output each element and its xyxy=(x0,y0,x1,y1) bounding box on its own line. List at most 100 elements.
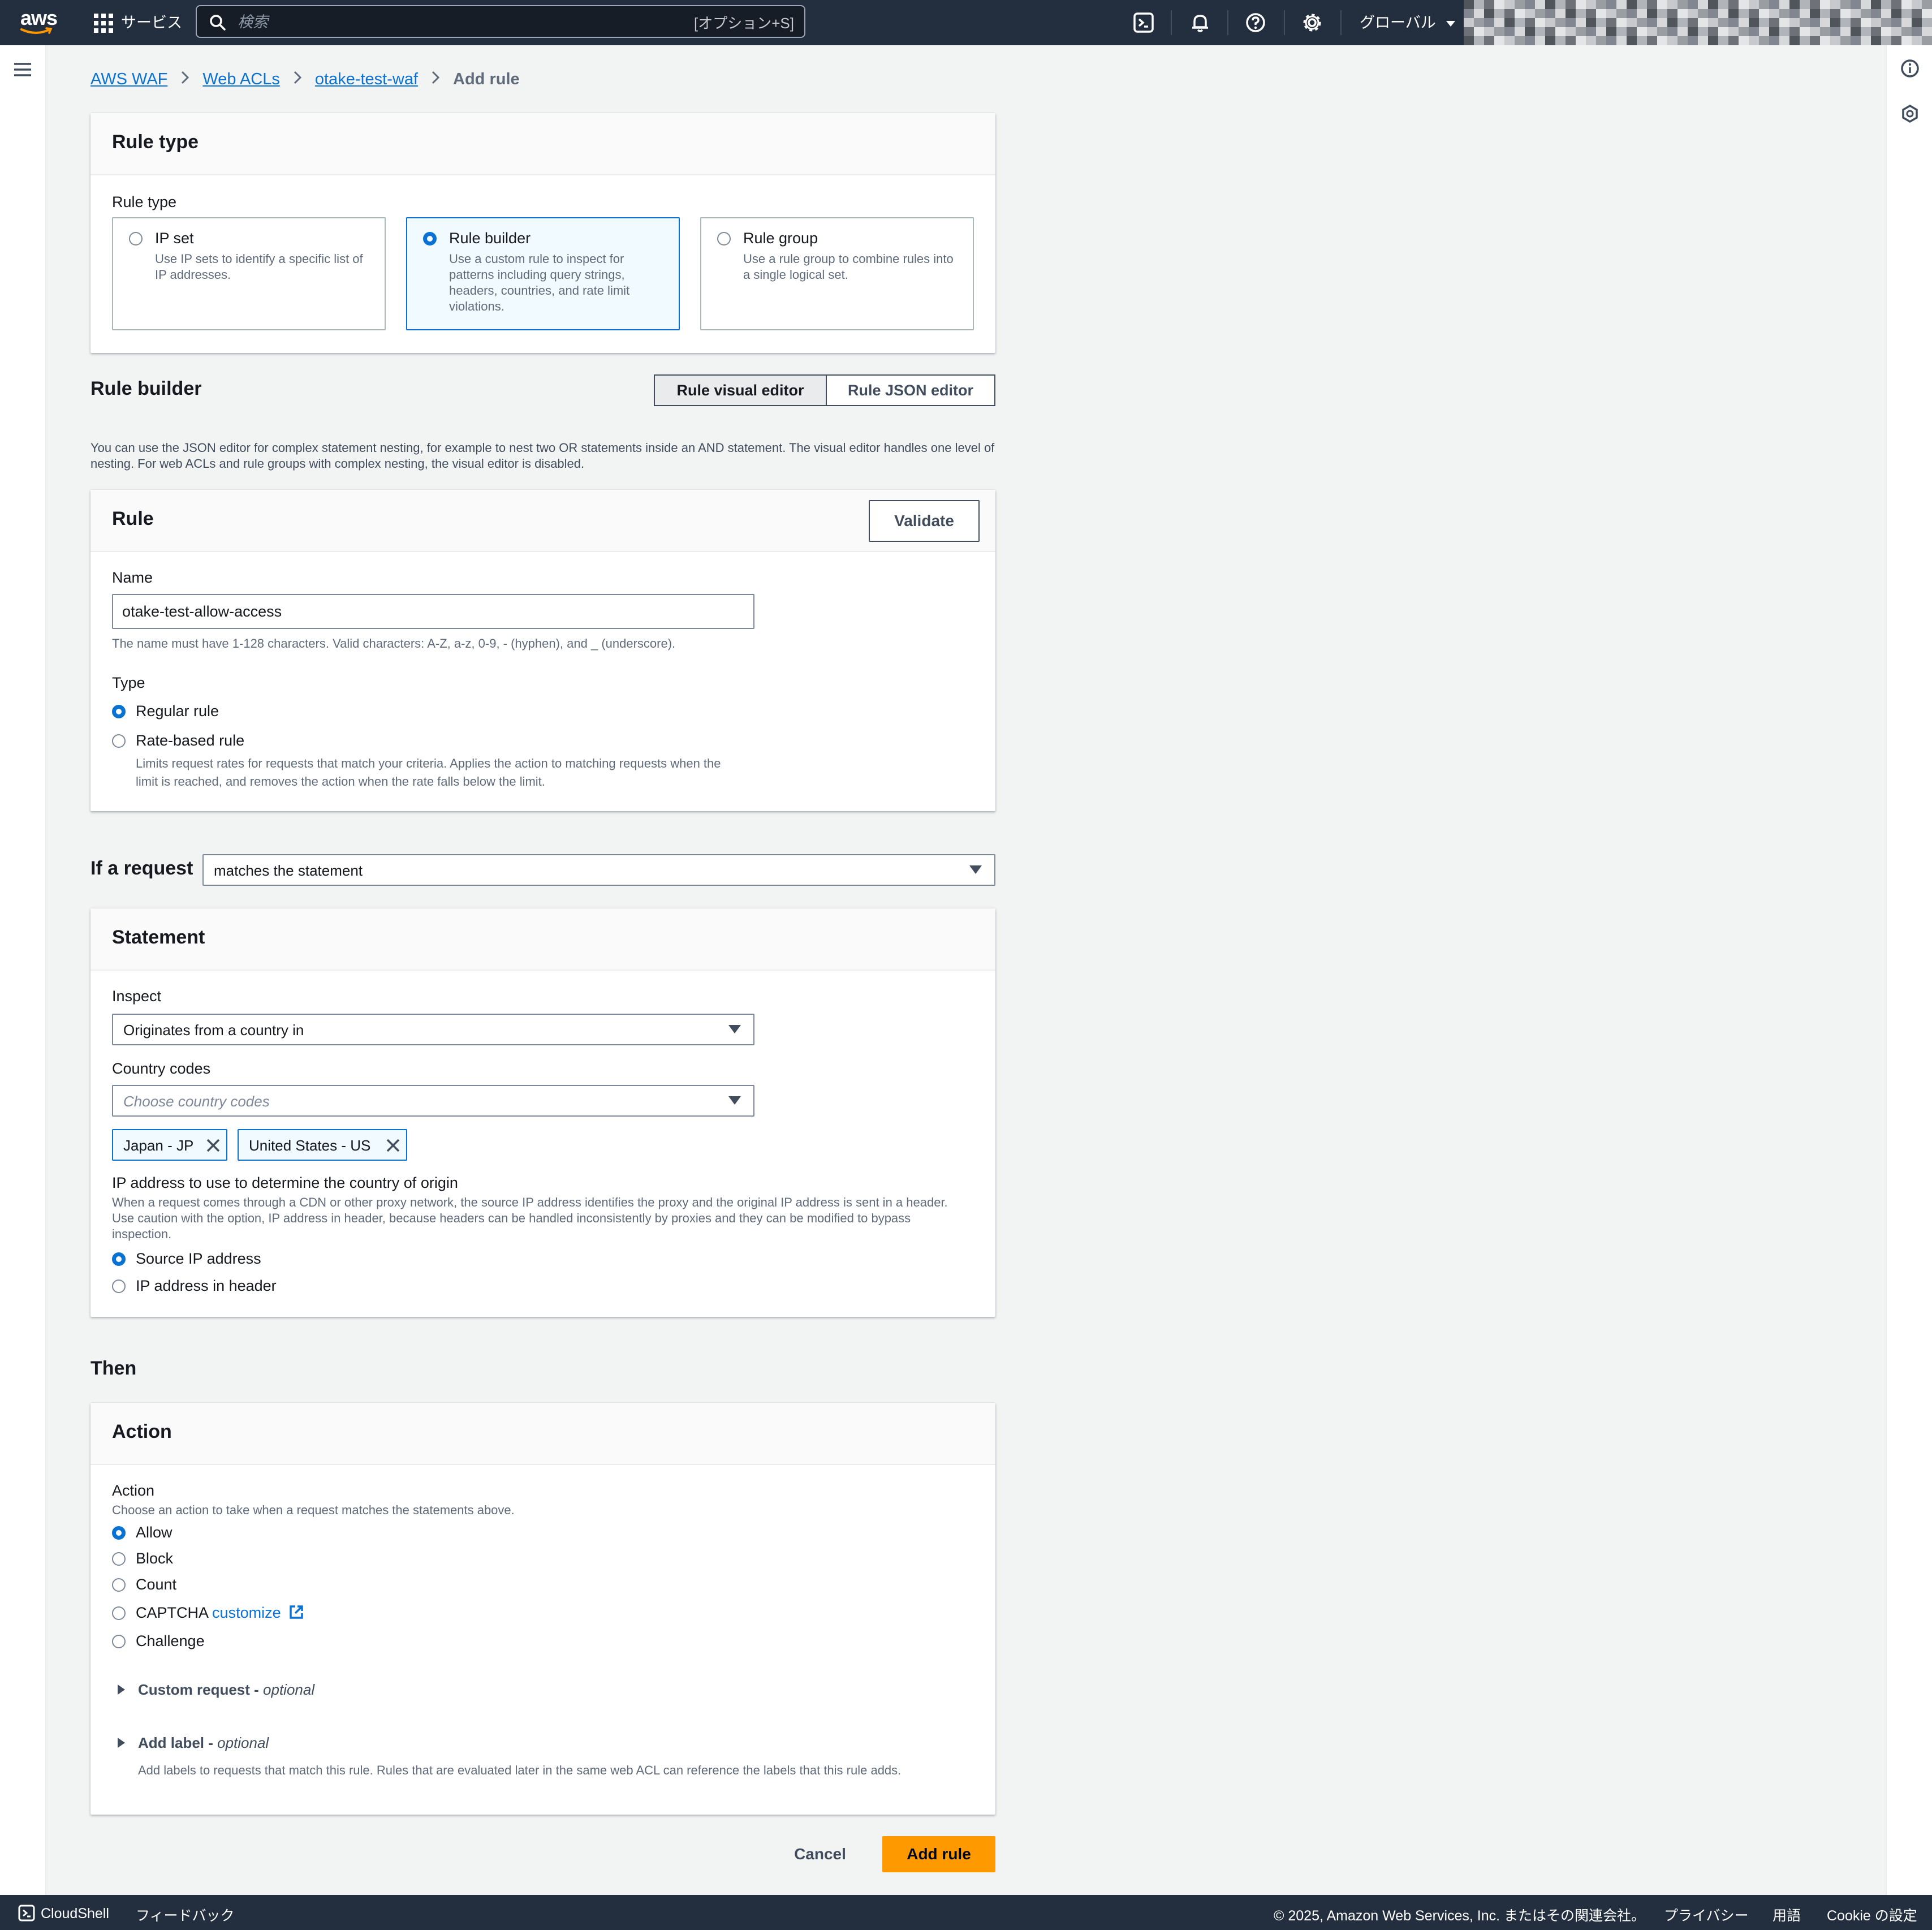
breadcrumb-link-aws-waf[interactable]: AWS WAF xyxy=(90,70,167,89)
radio-rule-builder[interactable] xyxy=(423,232,437,245)
settings-gear-icon[interactable] xyxy=(1301,11,1323,34)
chevron-right-icon xyxy=(181,70,189,89)
cloudshell-icon[interactable] xyxy=(1132,11,1155,34)
rule-header: Rule Validate xyxy=(90,490,995,552)
radio-label: Count xyxy=(136,1576,177,1593)
radio-captcha[interactable] xyxy=(112,1606,126,1620)
remove-token-close-icon[interactable] xyxy=(205,1137,222,1154)
radio-source-ip[interactable] xyxy=(112,1252,126,1266)
select-value: matches the statement xyxy=(214,862,363,879)
add-label-description: Add labels to requests that match this r… xyxy=(138,1763,902,1777)
statement-container: Statement Inspect Originates from a coun… xyxy=(90,908,995,1317)
services-menu-button[interactable]: サービス xyxy=(121,11,182,34)
footer-privacy-link[interactable]: プライバシー xyxy=(1664,1905,1749,1925)
country-codes-select[interactable]: Choose country codes xyxy=(112,1085,754,1117)
rule-type-tile-ip-set[interactable]: IP set Use IP sets to identify a specifi… xyxy=(112,217,386,330)
rule-heading: Rule xyxy=(112,508,154,529)
nav-separator xyxy=(1171,10,1172,35)
radio-label: Block xyxy=(136,1550,174,1567)
help-icon[interactable] xyxy=(1244,11,1267,34)
info-icon[interactable] xyxy=(1900,59,1920,78)
name-hint: The name must have 1-128 characters. Val… xyxy=(112,636,676,650)
footer-feedback-link[interactable]: フィードバック xyxy=(136,1905,235,1925)
footer-cloudshell-button[interactable]: CloudShell xyxy=(18,1905,109,1922)
rule-type-container: Rule type Rule type IP set Use IP sets t… xyxy=(90,113,995,353)
radio-count[interactable] xyxy=(112,1578,126,1592)
expander-optional: optional xyxy=(263,1681,315,1698)
breadcrumb-link-web-acl[interactable]: otake-test-waf xyxy=(315,70,418,89)
breadcrumb-link-web-acls[interactable]: Web ACLs xyxy=(202,70,279,89)
radio-label: CAPTCHA customize xyxy=(136,1604,304,1622)
rule-type-tile-rule-builder[interactable]: Rule builder Use a custom rule to inspec… xyxy=(406,217,680,330)
rule-type-heading: Rule type xyxy=(112,131,199,153)
tile-description: Use IP sets to identify a specific list … xyxy=(155,252,363,282)
ip-origin-description: When a request comes through a CDN or ot… xyxy=(112,1195,948,1241)
footer-cookie-settings-link[interactable]: Cookie の設定 xyxy=(1827,1905,1917,1925)
action-heading: Action xyxy=(112,1421,172,1442)
nav-separator xyxy=(1227,10,1228,35)
radio-ip-in-header[interactable] xyxy=(112,1280,126,1293)
caret-down-icon xyxy=(728,1096,741,1105)
custom-request-expander[interactable]: Custom request - optional xyxy=(118,1681,314,1699)
rule-builder-description: You can use the JSON editor for complex … xyxy=(90,441,995,471)
radio-allow[interactable] xyxy=(112,1526,126,1540)
radio-rate-based-rule[interactable] xyxy=(112,734,126,748)
tile-description: Use a rule group to combine rules into a… xyxy=(743,252,954,282)
cancel-button[interactable]: Cancel xyxy=(780,1836,860,1872)
select-placeholder: Choose country codes xyxy=(123,1093,270,1110)
captcha-customize-link[interactable]: customize xyxy=(212,1604,281,1621)
security-shield-icon[interactable] xyxy=(1900,104,1920,123)
validate-button[interactable]: Validate xyxy=(869,500,980,542)
token-label: United States - US xyxy=(249,1137,371,1154)
caret-down-icon xyxy=(728,1025,741,1033)
search-input[interactable] xyxy=(236,11,691,33)
radio-regular-rule[interactable] xyxy=(112,705,126,718)
aws-logo[interactable]: aws xyxy=(20,8,58,37)
tile-title: Rule group xyxy=(743,230,818,247)
radio-block[interactable] xyxy=(112,1552,126,1566)
tile-title: Rule builder xyxy=(449,230,531,247)
search-icon xyxy=(210,15,226,31)
account-menu-obscured[interactable] xyxy=(1464,0,1932,45)
then-label: Then xyxy=(90,1358,137,1379)
nav-separator xyxy=(1340,10,1342,35)
radio-label: Challenge xyxy=(136,1632,205,1649)
obscured-account-pixels xyxy=(1464,0,1932,45)
chevron-right-icon xyxy=(432,70,440,89)
tile-title: IP set xyxy=(155,230,194,247)
global-search[interactable]: [オプション+S] xyxy=(196,5,805,38)
add-label-expander[interactable]: Add label - optional xyxy=(118,1734,269,1752)
name-field-label: Name xyxy=(112,569,153,586)
hamburger-menu-icon[interactable] xyxy=(14,62,31,77)
country-token-jp: Japan - JP xyxy=(112,1129,227,1161)
if-request-select[interactable]: matches the statement xyxy=(202,854,995,886)
radio-label: IP address in header xyxy=(136,1277,277,1294)
notifications-bell-icon[interactable] xyxy=(1189,11,1211,34)
external-link-icon[interactable] xyxy=(288,1604,304,1620)
radio-label: Source IP address xyxy=(136,1250,261,1267)
add-rule-button[interactable]: Add rule xyxy=(882,1836,995,1872)
rule-type-tile-rule-group[interactable]: Rule group Use a rule group to combine r… xyxy=(700,217,974,330)
radio-label: Rate-based rule xyxy=(136,732,245,749)
footer-terms-link[interactable]: 用語 xyxy=(1773,1905,1801,1925)
radio-challenge[interactable] xyxy=(112,1635,126,1648)
rule-name-input[interactable] xyxy=(112,594,754,629)
select-value: Originates from a country in xyxy=(123,1022,304,1039)
footer-copyright: © 2025, Amazon Web Services, Inc. またはその関… xyxy=(1274,1908,1646,1924)
tab-rule-visual-editor[interactable]: Rule visual editor xyxy=(654,374,827,406)
left-navigation-rail xyxy=(0,45,46,1895)
region-selector[interactable]: グローバル xyxy=(1360,11,1456,34)
caret-right-icon xyxy=(118,1738,125,1748)
radio-rule-group[interactable] xyxy=(717,232,731,245)
caret-down-icon xyxy=(1446,21,1456,27)
top-navigation: aws サービス [オプション+S] xyxy=(0,0,1932,45)
expander-optional: optional xyxy=(217,1734,269,1751)
services-grid-icon[interactable] xyxy=(94,14,113,33)
radio-ip-set[interactable] xyxy=(129,232,143,245)
remove-token-close-icon[interactable] xyxy=(385,1137,402,1154)
tab-rule-json-editor[interactable]: Rule JSON editor xyxy=(826,374,995,406)
breadcrumb: AWS WAF Web ACLs otake-test-waf Add rule xyxy=(90,70,520,89)
inspect-select[interactable]: Originates from a country in xyxy=(112,1014,754,1045)
country-codes-label: Country codes xyxy=(112,1060,211,1077)
expander-title: Add label - xyxy=(138,1734,218,1751)
